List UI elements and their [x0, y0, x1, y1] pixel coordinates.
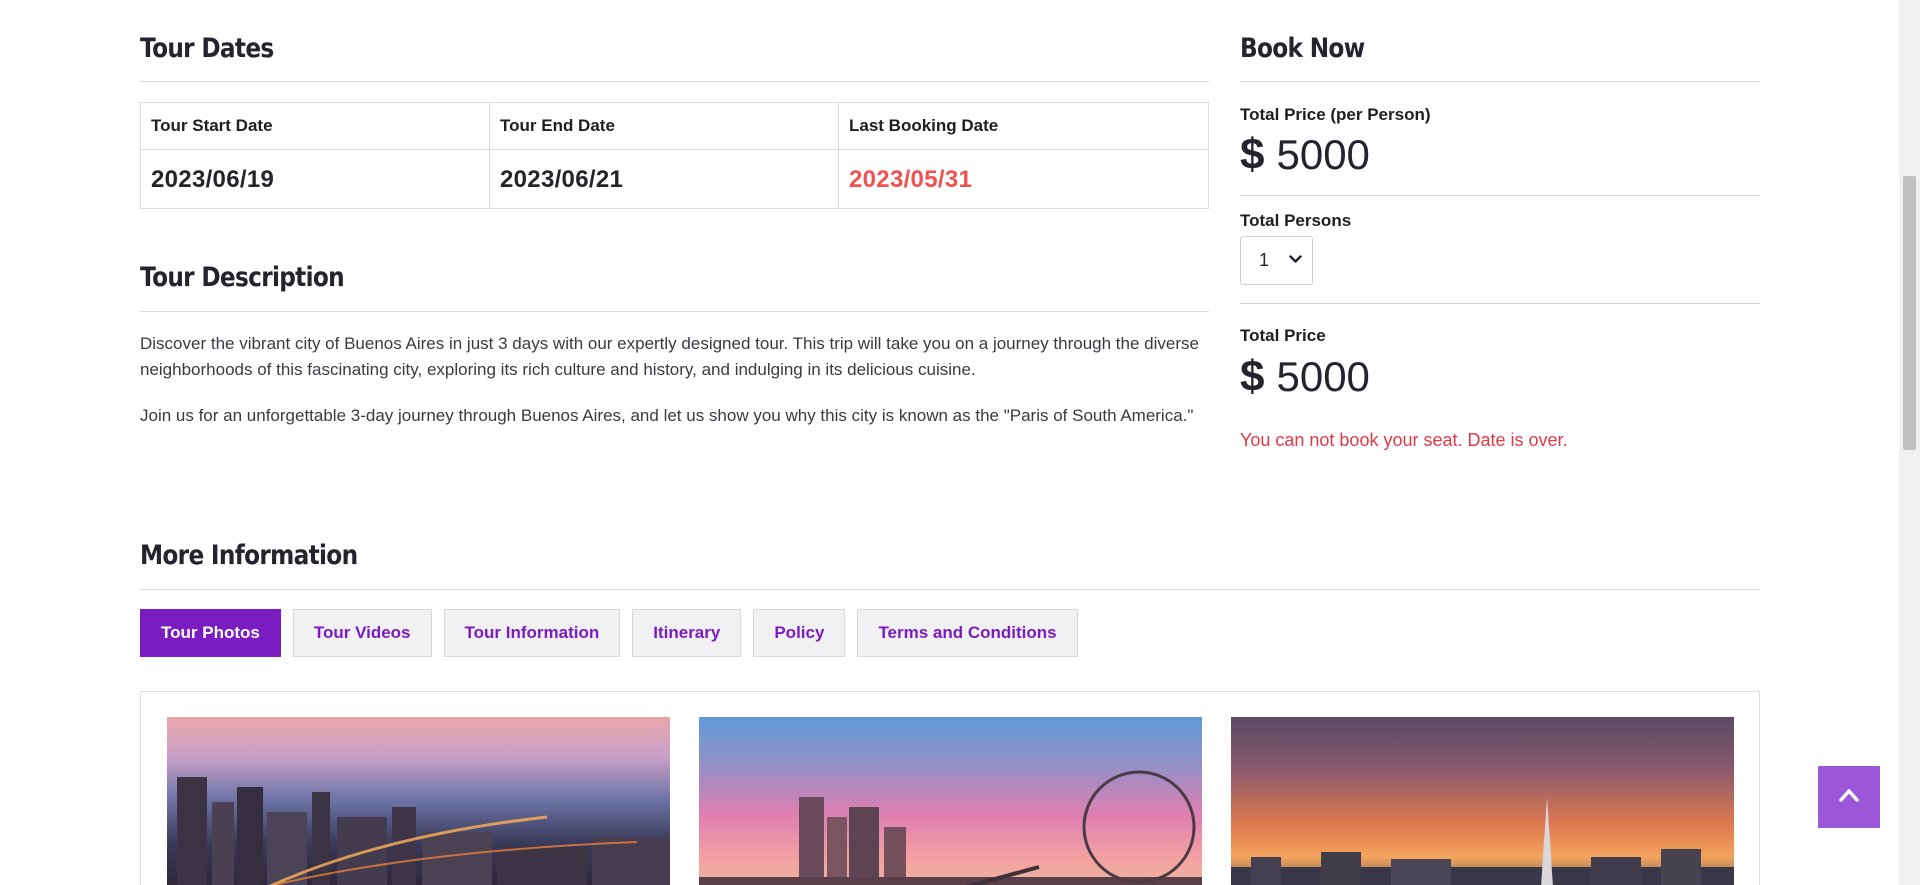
divider	[140, 589, 1760, 590]
scrollbar-thumb[interactable]	[1903, 176, 1916, 450]
book-now-heading: Book Now	[1240, 33, 1365, 64]
total-persons-select[interactable]: 1	[1240, 236, 1313, 285]
total-price: $ 5000	[1240, 352, 1370, 402]
photo-gallery	[140, 691, 1760, 885]
start-date-header: Tour Start Date	[141, 103, 490, 150]
total-persons-value: 1	[1259, 250, 1270, 270]
gallery-photo[interactable]	[699, 717, 1202, 885]
dollar-icon: $	[1240, 130, 1265, 179]
tab-tour-videos[interactable]: Tour Videos	[292, 609, 432, 657]
end-date-value: 2023/06/21	[490, 150, 839, 208]
price-per-person-value: 5000	[1276, 131, 1370, 178]
tab-terms-and-conditions[interactable]: Terms and Conditions	[857, 609, 1078, 657]
total-persons-label: Total Persons	[1240, 211, 1352, 230]
last-booking-date-value: 2023/05/31	[849, 166, 973, 193]
last-booking-date-header: Last Booking Date	[839, 103, 1208, 150]
chevron-down-icon	[1289, 251, 1302, 267]
page-content: Tour Dates Tour Start Date Tour End Date…	[140, 0, 1760, 885]
divider	[140, 81, 1209, 82]
tab-tour-photos[interactable]: Tour Photos	[140, 609, 281, 657]
divider	[1240, 81, 1760, 82]
booking-closed-message: You can not book your seat. Date is over…	[1240, 430, 1568, 450]
divider	[1240, 303, 1760, 304]
more-information-heading: More Information	[140, 540, 358, 571]
start-date-value: 2023/06/19	[141, 150, 490, 208]
page-scrollbar[interactable]	[1899, 0, 1920, 885]
divider	[1240, 195, 1760, 196]
tour-dates-table: Tour Start Date Tour End Date Last Booki…	[140, 102, 1209, 209]
total-price-label: Total Price	[1240, 326, 1326, 345]
tab-itinerary[interactable]: Itinerary	[632, 609, 742, 657]
tour-description-heading: Tour Description	[140, 262, 345, 293]
info-tabs: Tour Photos Tour Videos Tour Information…	[140, 609, 1078, 657]
description-paragraph: Join us for an unforgettable 3-day journ…	[140, 406, 1194, 425]
back-to-top-button[interactable]	[1818, 766, 1880, 828]
total-price-value: 5000	[1276, 353, 1370, 400]
tab-tour-information[interactable]: Tour Information	[443, 609, 621, 657]
tab-policy[interactable]: Policy	[753, 609, 846, 657]
divider	[140, 311, 1209, 312]
price-per-person: $ 5000	[1240, 130, 1370, 180]
description-paragraph: Discover the vibrant city of Buenos Aire…	[140, 334, 1199, 379]
gallery-photo[interactable]	[1231, 717, 1734, 885]
gallery-photo[interactable]	[167, 717, 670, 885]
arrow-up-icon	[1839, 788, 1859, 807]
price-per-person-label: Total Price (per Person)	[1240, 105, 1431, 124]
dollar-icon: $	[1240, 352, 1265, 401]
tour-dates-heading: Tour Dates	[140, 33, 274, 64]
end-date-header: Tour End Date	[490, 103, 839, 150]
